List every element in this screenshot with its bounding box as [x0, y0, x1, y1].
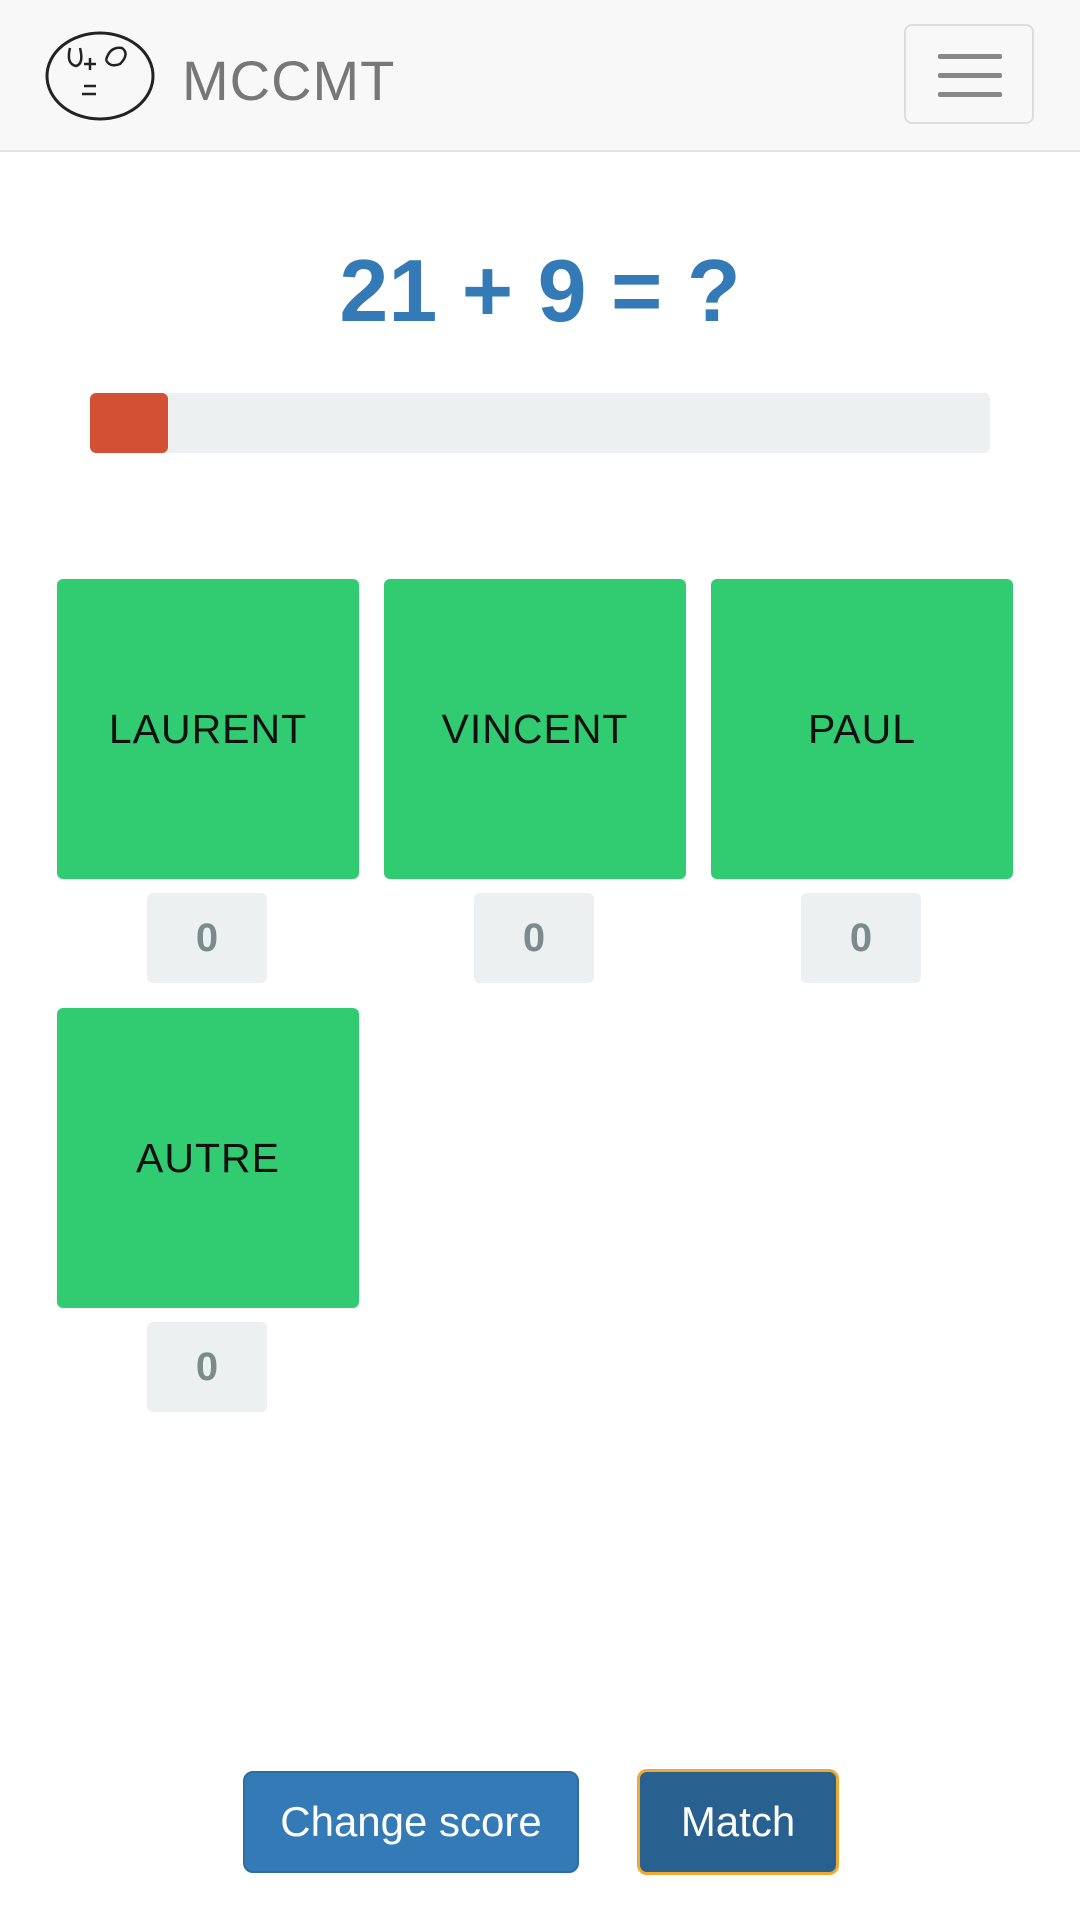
- player-score-autre: 0: [147, 1322, 267, 1412]
- player-score-laurent: 0: [147, 893, 267, 983]
- navbar: MCCMT: [0, 0, 1080, 152]
- menu-toggle-button[interactable]: [904, 24, 1034, 124]
- player-score-vincent: 0: [474, 893, 594, 983]
- question-text: 21 + 9 = ?: [339, 241, 741, 340]
- timer-progress-fill: [90, 393, 169, 453]
- player-score-paul: 0: [801, 893, 921, 983]
- match-button[interactable]: Match: [637, 1769, 839, 1875]
- timer-progress-bar: [90, 393, 990, 453]
- player-tile-laurent[interactable]: LAURENT: [57, 579, 359, 879]
- player-tile-paul[interactable]: PAUL: [711, 579, 1013, 879]
- player-tile-autre[interactable]: AUTRE: [57, 1008, 359, 1308]
- brand-title[interactable]: MCCMT: [182, 48, 395, 113]
- face-logo-icon[interactable]: [42, 26, 158, 124]
- player-tile-vincent[interactable]: VINCENT: [384, 579, 686, 879]
- change-score-button[interactable]: Change score: [243, 1771, 579, 1873]
